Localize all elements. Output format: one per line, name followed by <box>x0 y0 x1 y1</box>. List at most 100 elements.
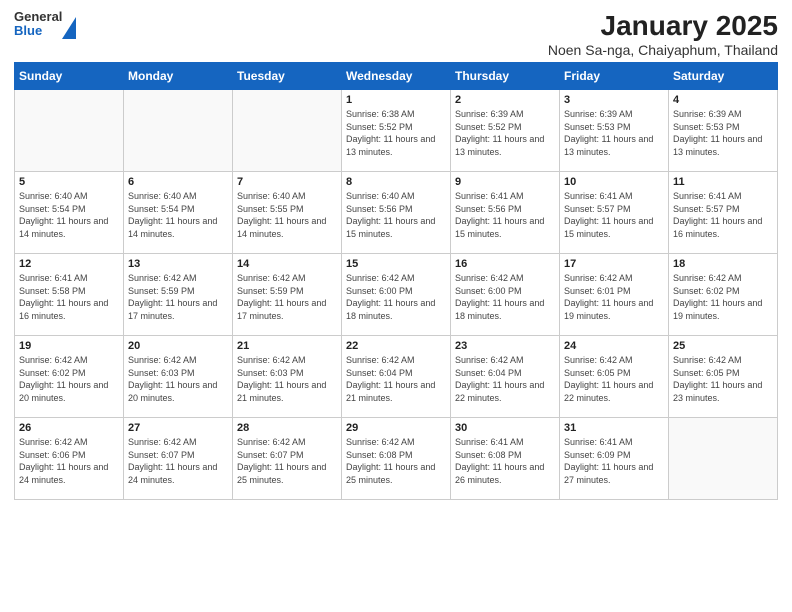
day-number-27: 27 <box>128 422 228 434</box>
day-number-24: 24 <box>564 340 664 352</box>
logo: General Blue <box>14 10 76 39</box>
day-number-23: 23 <box>455 340 555 352</box>
cell-w4-d2: 20Sunrise: 6:42 AM Sunset: 6:03 PM Dayli… <box>124 336 233 418</box>
day-number-22: 22 <box>346 340 446 352</box>
calendar-subtitle: Noen Sa-nga, Chaiyaphum, Thailand <box>548 42 778 58</box>
day-number-8: 8 <box>346 176 446 188</box>
day-info-1: Sunrise: 6:38 AM Sunset: 5:52 PM Dayligh… <box>346 108 446 158</box>
cell-w5-d2: 27 Sunrise: 6:42 AM Sunset: 6:07 PM Dayli… <box>124 418 233 500</box>
day-info-6: Sunrise: 6:40 AM Sunset: 5:54 PM Dayligh… <box>128 190 228 240</box>
day-info-16: Sunrise: 6:42 AM Sunset: 6:00 PM Dayligh… <box>455 272 555 322</box>
day-number-6: 6 <box>128 176 228 188</box>
cell-w4-d7: 25 Sunrise: 6:42 AM Sunset: 6:05 PM Dayli… <box>669 336 778 418</box>
day-info-14: Sunrise: 6:42 AM Sunset: 5:59 PM Dayligh… <box>237 272 337 322</box>
day-info-24: Sunrise: 6:42 AM Sunset: 6:05 PM Dayligh… <box>564 354 664 404</box>
day-number-2: 2 <box>455 94 555 106</box>
page-container: General Blue January 2025 Noen Sa-nga, C… <box>0 0 792 508</box>
header-monday: Monday <box>124 63 233 90</box>
cell-w3-d4: 15Sunrise: 6:42 AM Sunset: 6:00 PM Dayli… <box>342 254 451 336</box>
day-info-30: Sunrise: 6:41 AM Sunset: 6:08 PM Dayligh… <box>455 436 555 486</box>
cell-w4-d5: 23 Sunrise: 6:42 AM Sunset: 6:04 PM Dayli… <box>451 336 560 418</box>
day-info-2: Sunrise: 6:39 AM Sunset: 5:52 PM Dayligh… <box>455 108 555 158</box>
header-tuesday: Tuesday <box>233 63 342 90</box>
day-number-1: 1 <box>346 94 446 106</box>
cell-w5-d7 <box>669 418 778 500</box>
day-info-10: Sunrise: 6:41 AM Sunset: 5:57 PM Dayligh… <box>564 190 664 240</box>
day-number-17: 17 <box>564 258 664 270</box>
logo-triangle-icon <box>62 17 76 39</box>
day-number-14: 14 <box>237 258 337 270</box>
logo-general: General <box>14 10 62 24</box>
cell-w2-d1: 5Sunrise: 6:40 AM Sunset: 5:54 PM Daylig… <box>15 172 124 254</box>
day-number-9: 9 <box>455 176 555 188</box>
cell-w5-d5: 30Sunrise: 6:41 AM Sunset: 6:08 PM Dayli… <box>451 418 560 500</box>
cell-w3-d1: 12 Sunrise: 6:41 AM Sunset: 5:58 PM Dayli… <box>15 254 124 336</box>
day-number-19: 19 <box>19 340 119 352</box>
day-number-12: 12 <box>19 258 119 270</box>
cell-w1-d3 <box>233 90 342 172</box>
day-info-23: Sunrise: 6:42 AM Sunset: 6:04 PM Dayligh… <box>455 354 555 404</box>
calendar-title: January 2025 <box>548 10 778 42</box>
cell-w3-d3: 14 Sunrise: 6:42 AM Sunset: 5:59 PM Dayli… <box>233 254 342 336</box>
cell-w1-d4: 1 Sunrise: 6:38 AM Sunset: 5:52 PM Daylig… <box>342 90 451 172</box>
day-info-21: Sunrise: 6:42 AM Sunset: 6:03 PM Dayligh… <box>237 354 337 404</box>
day-number-26: 26 <box>19 422 119 434</box>
day-number-29: 29 <box>346 422 446 434</box>
cell-w1-d2 <box>124 90 233 172</box>
day-info-28: Sunrise: 6:42 AM Sunset: 6:07 PM Dayligh… <box>237 436 337 486</box>
header-saturday: Saturday <box>669 63 778 90</box>
day-info-3: Sunrise: 6:39 AM Sunset: 5:53 PM Dayligh… <box>564 108 664 158</box>
cell-w2-d5: 9Sunrise: 6:41 AM Sunset: 5:56 PM Daylig… <box>451 172 560 254</box>
day-number-3: 3 <box>564 94 664 106</box>
day-number-11: 11 <box>673 176 773 188</box>
day-number-25: 25 <box>673 340 773 352</box>
day-info-22: Sunrise: 6:42 AM Sunset: 6:04 PM Dayligh… <box>346 354 446 404</box>
cell-w1-d6: 3 Sunrise: 6:39 AM Sunset: 5:53 PM Daylig… <box>560 90 669 172</box>
day-info-25: Sunrise: 6:42 AM Sunset: 6:05 PM Dayligh… <box>673 354 773 404</box>
cell-w3-d2: 13 Sunrise: 6:42 AM Sunset: 5:59 PM Dayli… <box>124 254 233 336</box>
cell-w2-d3: 7Sunrise: 6:40 AM Sunset: 5:55 PM Daylig… <box>233 172 342 254</box>
header-wednesday: Wednesday <box>342 63 451 90</box>
header-thursday: Thursday <box>451 63 560 90</box>
day-info-27: Sunrise: 6:42 AM Sunset: 6:07 PM Dayligh… <box>128 436 228 486</box>
day-number-18: 18 <box>673 258 773 270</box>
day-info-12: Sunrise: 6:41 AM Sunset: 5:58 PM Dayligh… <box>19 272 119 322</box>
cell-w1-d7: 4Sunrise: 6:39 AM Sunset: 5:53 PM Daylig… <box>669 90 778 172</box>
week-row-5: 26 Sunrise: 6:42 AM Sunset: 6:06 PM Dayli… <box>15 418 778 500</box>
day-number-28: 28 <box>237 422 337 434</box>
day-info-17: Sunrise: 6:42 AM Sunset: 6:01 PM Dayligh… <box>564 272 664 322</box>
day-info-13: Sunrise: 6:42 AM Sunset: 5:59 PM Dayligh… <box>128 272 228 322</box>
day-info-29: Sunrise: 6:42 AM Sunset: 6:08 PM Dayligh… <box>346 436 446 486</box>
days-header-row: Sunday Monday Tuesday Wednesday Thursday… <box>15 63 778 90</box>
day-number-10: 10 <box>564 176 664 188</box>
day-number-4: 4 <box>673 94 773 106</box>
day-info-26: Sunrise: 6:42 AM Sunset: 6:06 PM Dayligh… <box>19 436 119 486</box>
day-info-8: Sunrise: 6:40 AM Sunset: 5:56 PM Dayligh… <box>346 190 446 240</box>
cell-w4-d6: 24 Sunrise: 6:42 AM Sunset: 6:05 PM Dayli… <box>560 336 669 418</box>
cell-w3-d5: 16 Sunrise: 6:42 AM Sunset: 6:00 PM Dayli… <box>451 254 560 336</box>
day-info-11: Sunrise: 6:41 AM Sunset: 5:57 PM Dayligh… <box>673 190 773 240</box>
title-block: January 2025 Noen Sa-nga, Chaiyaphum, Th… <box>548 10 778 58</box>
day-info-5: Sunrise: 6:40 AM Sunset: 5:54 PM Dayligh… <box>19 190 119 240</box>
cell-w4-d3: 21Sunrise: 6:42 AM Sunset: 6:03 PM Dayli… <box>233 336 342 418</box>
day-info-18: Sunrise: 6:42 AM Sunset: 6:02 PM Dayligh… <box>673 272 773 322</box>
header: General Blue January 2025 Noen Sa-nga, C… <box>14 10 778 58</box>
day-number-31: 31 <box>564 422 664 434</box>
day-number-7: 7 <box>237 176 337 188</box>
day-info-19: Sunrise: 6:42 AM Sunset: 6:02 PM Dayligh… <box>19 354 119 404</box>
cell-w1-d5: 2 Sunrise: 6:39 AM Sunset: 5:52 PM Daylig… <box>451 90 560 172</box>
cell-w3-d6: 17 Sunrise: 6:42 AM Sunset: 6:01 PM Dayli… <box>560 254 669 336</box>
day-number-15: 15 <box>346 258 446 270</box>
week-row-2: 5Sunrise: 6:40 AM Sunset: 5:54 PM Daylig… <box>15 172 778 254</box>
calendar-table: Sunday Monday Tuesday Wednesday Thursday… <box>14 62 778 500</box>
cell-w2-d6: 10 Sunrise: 6:41 AM Sunset: 5:57 PM Dayli… <box>560 172 669 254</box>
cell-w5-d4: 29 Sunrise: 6:42 AM Sunset: 6:08 PM Dayli… <box>342 418 451 500</box>
cell-w4-d4: 22 Sunrise: 6:42 AM Sunset: 6:04 PM Dayli… <box>342 336 451 418</box>
cell-w1-d1 <box>15 90 124 172</box>
day-number-20: 20 <box>128 340 228 352</box>
day-number-16: 16 <box>455 258 555 270</box>
day-number-13: 13 <box>128 258 228 270</box>
cell-w5-d3: 28 Sunrise: 6:42 AM Sunset: 6:07 PM Dayli… <box>233 418 342 500</box>
day-info-31: Sunrise: 6:41 AM Sunset: 6:09 PM Dayligh… <box>564 436 664 486</box>
week-row-1: 1 Sunrise: 6:38 AM Sunset: 5:52 PM Daylig… <box>15 90 778 172</box>
